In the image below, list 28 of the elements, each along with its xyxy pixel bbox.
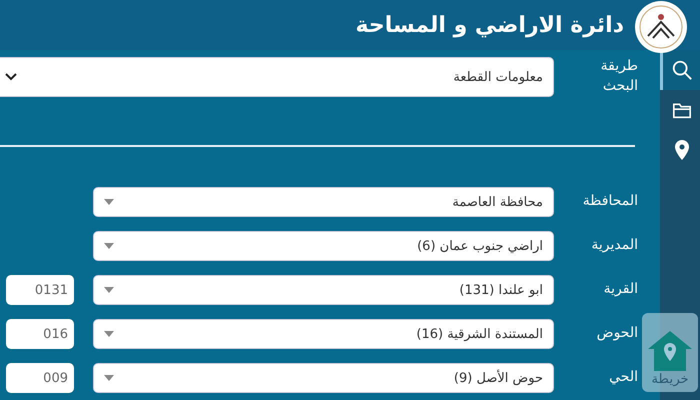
caret-down-icon: [104, 243, 114, 249]
header-title: دائرة الاراضي و المساحة: [356, 12, 624, 38]
emblem-icon: [634, 0, 688, 54]
field-label: القرية: [602, 280, 638, 300]
dropdown-select[interactable]: المستندة الشرقية (16): [93, 319, 554, 349]
caret-down-icon: [104, 331, 114, 337]
field-label: طريقة البحث: [600, 57, 638, 96]
search-icon: [670, 59, 692, 81]
caret-down-icon: [104, 287, 114, 293]
dropdown-select[interactable]: حوض الأصل (9): [93, 363, 554, 393]
map-pin-icon: [674, 140, 690, 160]
folder-icon: [672, 101, 692, 119]
field-label: الحي: [608, 368, 638, 388]
code-field[interactable]: 009: [6, 363, 74, 393]
caret-down-icon: [104, 375, 114, 381]
search-method-select[interactable]: معلومات القطعة: [0, 57, 554, 97]
dropdown-select[interactable]: ابو علندا (131): [93, 275, 554, 305]
chevron-down-icon: [5, 73, 17, 81]
caret-down-icon: [104, 199, 114, 205]
field-label: المحافظة: [582, 192, 638, 212]
field-label: الحوض: [596, 324, 638, 344]
sidebar-button[interactable]: [660, 50, 700, 90]
dropdown-select[interactable]: اراضي جنوب عمان (6): [93, 231, 554, 261]
code-field[interactable]: 016: [6, 319, 74, 349]
field-label: المديرية: [590, 236, 638, 256]
code-field[interactable]: 0131: [6, 275, 74, 305]
dropdown-select[interactable]: محافظة العاصمة: [93, 187, 554, 217]
house-pin-icon: [648, 331, 692, 371]
